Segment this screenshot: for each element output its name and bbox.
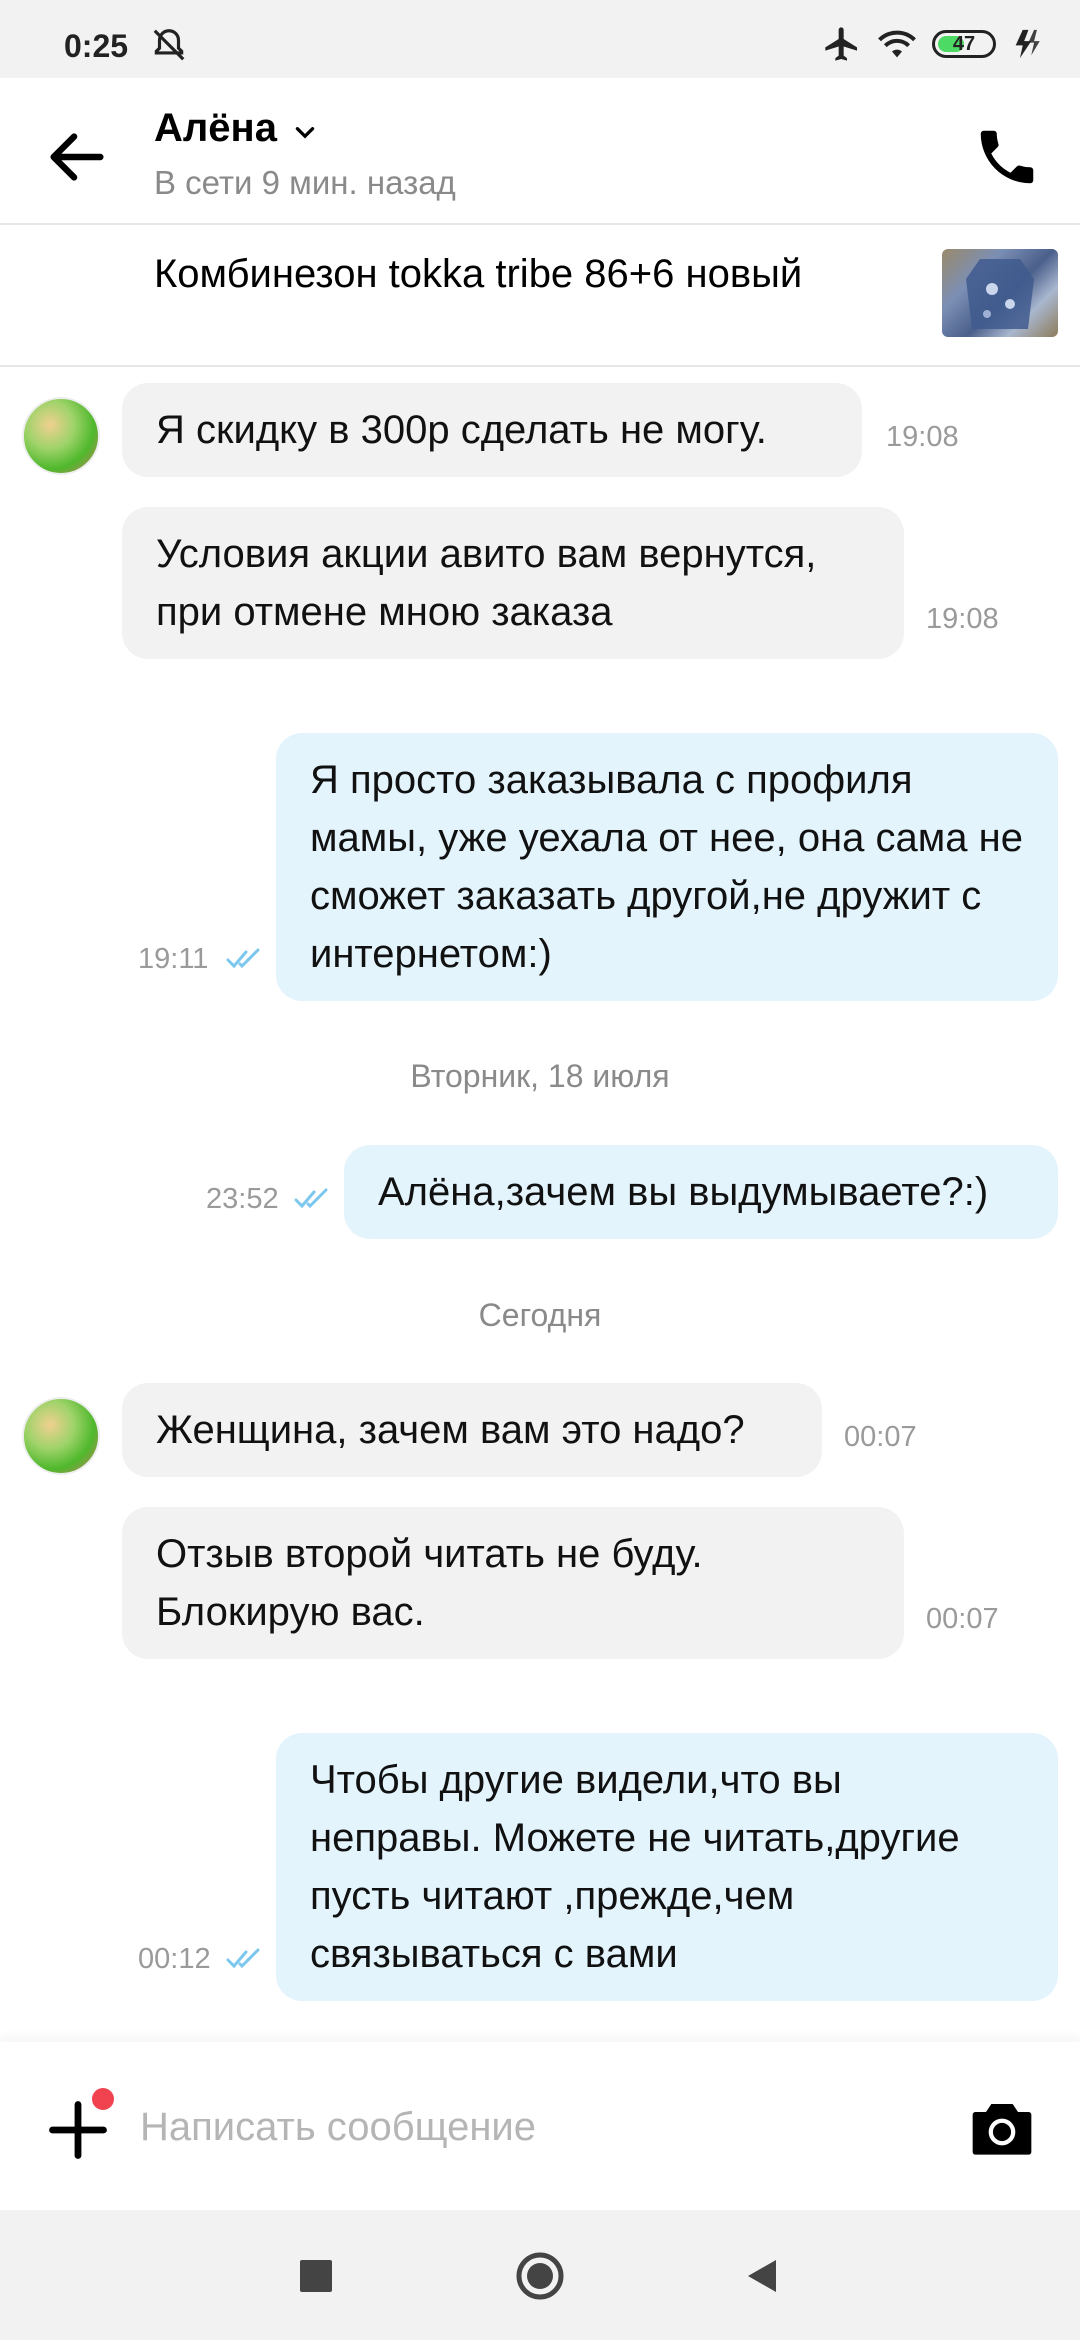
message-text: Чтобы другие видели,что вы неправы. Може… <box>310 1758 960 1976</box>
status-time: 0:25 <box>64 28 129 64</box>
chevron-down-icon[interactable] <box>292 120 318 146</box>
message-bubble-incoming[interactable]: Условия акции авито вам вернутся, при от… <box>122 507 904 659</box>
day-separator: Вторник, 18 июля <box>410 1058 670 1094</box>
camera-icon[interactable] <box>970 2098 1034 2158</box>
message-time: 00:07 <box>926 1603 999 1635</box>
product-thumbnail[interactable] <box>942 249 1058 337</box>
product-bar[interactable]: Комбинезон tokka tribe 86+6 новый <box>0 225 1080 367</box>
message-time: 00:12 <box>138 1943 211 1975</box>
arrow-left-icon[interactable] <box>42 122 112 192</box>
airplane-icon <box>825 27 857 61</box>
message-bubble-outgoing[interactable]: Я просто заказывала с профиля мамы, уже … <box>276 733 1058 1001</box>
message-bubble-incoming[interactable]: Женщина, зачем вам это надо? <box>122 1383 822 1477</box>
message-text: Отзыв второй читать не буду. Блокирую ва… <box>156 1532 703 1634</box>
message-text: Я скидку в 300р сделать не могу. <box>156 408 767 452</box>
message-time: 19:08 <box>926 603 999 635</box>
day-separator: Сегодня <box>478 1297 602 1333</box>
avatar[interactable] <box>22 1397 100 1475</box>
message-time: 00:07 <box>844 1421 917 1453</box>
contact-name[interactable]: Алёна <box>154 106 277 151</box>
battery-level: 47 <box>952 32 976 55</box>
message-time: 19:08 <box>886 421 959 453</box>
message-text: Я просто заказывала с профиля мамы, уже … <box>310 758 1023 976</box>
message-list: Я скидку в 300р сделать не могу. 19:08 У… <box>0 365 1080 2045</box>
message-bubble-outgoing[interactable]: Чтобы другие видели,что вы неправы. Може… <box>276 1733 1058 2001</box>
message-text: Женщина, зачем вам это надо? <box>156 1408 745 1452</box>
message-text: Алёна,зачем вы выдумываете?:) <box>378 1170 989 1214</box>
message-time: 19:11 <box>138 943 209 975</box>
avatar[interactable] <box>22 397 100 475</box>
message-text: Условия акции авито вам вернутся, при от… <box>156 532 817 634</box>
home-icon[interactable] <box>514 2250 566 2302</box>
message-composer <box>0 2042 1080 2210</box>
message-input[interactable] <box>138 2088 942 2166</box>
product-title[interactable]: Комбинезон tokka tribe 86+6 новый <box>154 247 914 301</box>
contact-status: В сети 9 мин. назад <box>154 164 456 201</box>
recent-apps-icon[interactable] <box>300 2260 332 2292</box>
chat-header: Алёна В сети 9 мин. назад <box>0 78 1080 225</box>
charging-icon <box>1015 29 1040 59</box>
status-bar: 0:25 47 <box>0 0 1080 78</box>
message-time: 23:52 <box>206 1183 279 1215</box>
wifi-icon <box>878 30 916 58</box>
double-check-icon <box>226 1948 260 1969</box>
double-check-icon <box>226 948 260 969</box>
phone-icon[interactable] <box>972 122 1042 192</box>
battery-icon: 47 <box>932 30 996 58</box>
status-icons: 47 <box>822 24 1044 64</box>
double-check-icon <box>294 1188 328 1209</box>
back-triangle-icon[interactable] <box>742 2256 782 2296</box>
message-bubble-incoming[interactable]: Отзыв второй читать не буду. Блокирую ва… <box>122 1507 904 1659</box>
message-bubble-incoming[interactable]: Я скидку в 300р сделать не могу. <box>122 383 862 477</box>
message-bubble-outgoing[interactable]: Алёна,зачем вы выдумываете?:) <box>344 1145 1058 1239</box>
notification-dot <box>92 2088 114 2110</box>
system-nav-bar <box>0 2210 1080 2340</box>
bell-muted-icon <box>153 29 185 61</box>
